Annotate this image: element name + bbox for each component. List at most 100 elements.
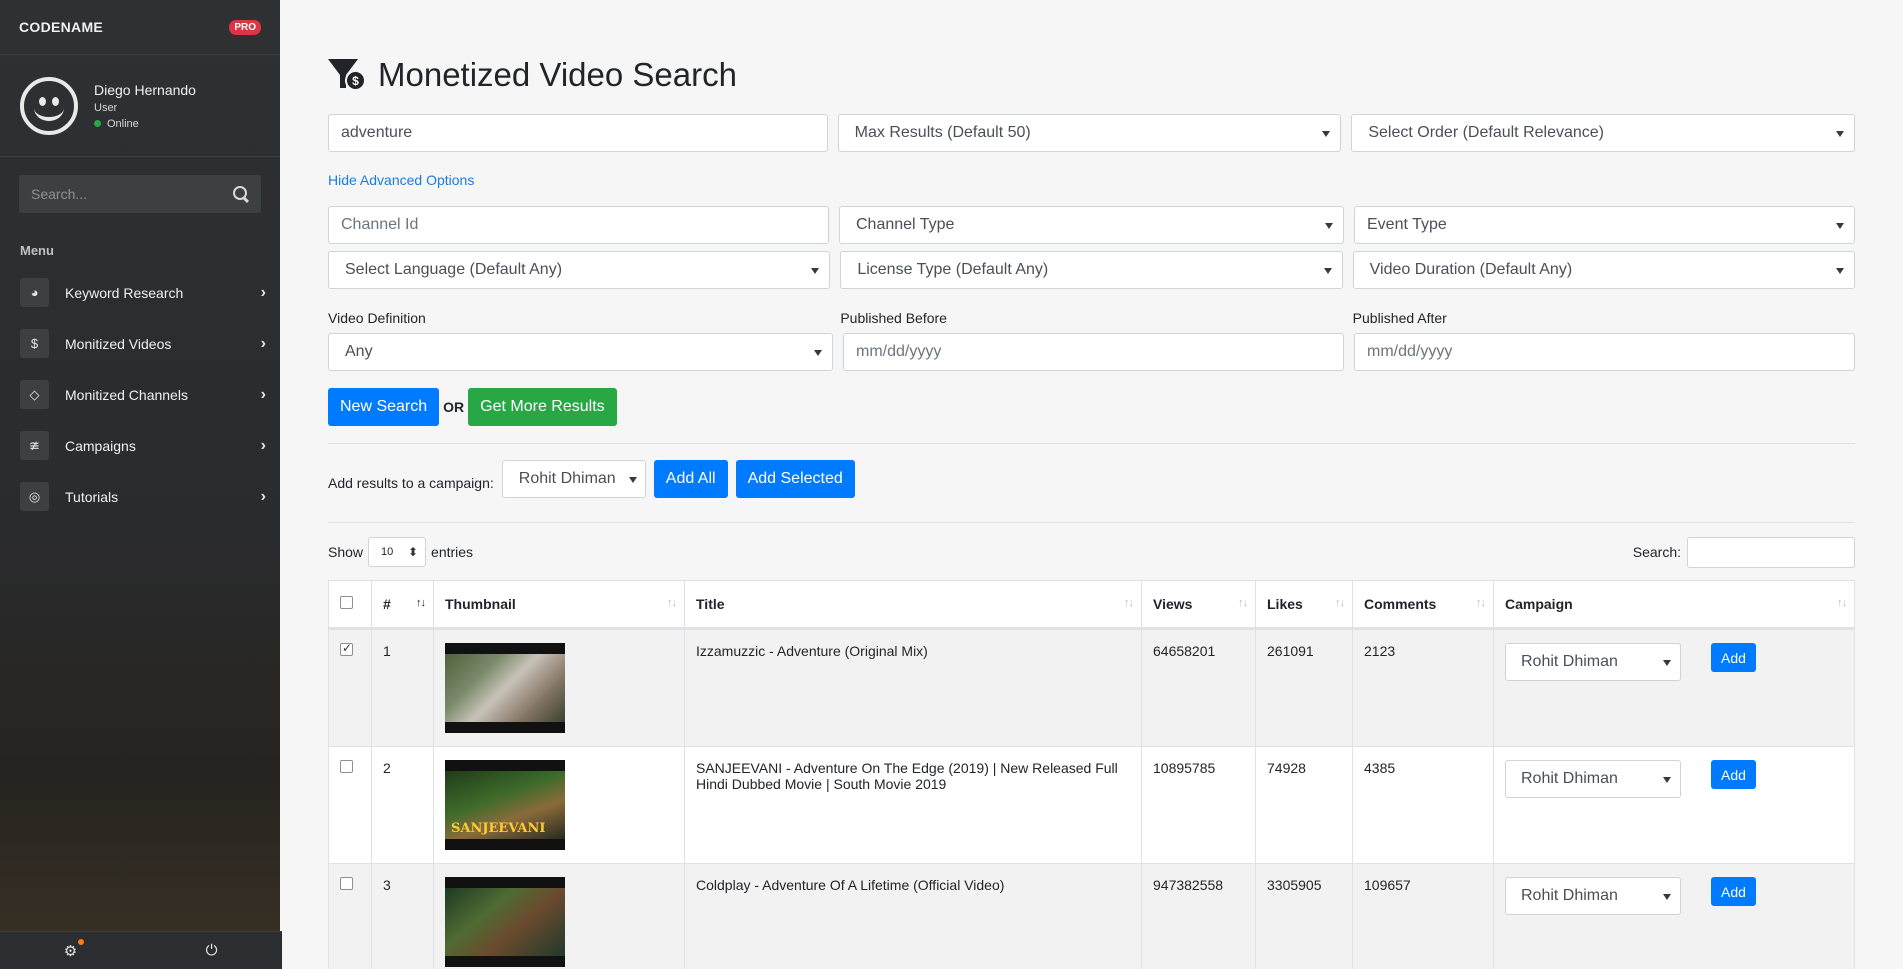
row-number: 2 [371,746,434,864]
row-checkbox[interactable] [340,641,353,656]
campaign-row: Add results to a campaign: Rohit Dhiman … [328,460,1855,498]
sort-icon: ↑↓ [1837,597,1847,609]
select-all-checkbox[interactable] [340,596,353,609]
search-icon[interactable] [233,186,249,202]
pro-badge: PRO [229,19,261,35]
power-icon: ⏻ [205,942,218,959]
chart-icon: ≇ [20,431,49,460]
row-title: Izzamuzzic - Adventure (Original Mix) [684,628,1142,747]
sort-icon: ↑↓ [1335,597,1345,609]
user-name: Diego Hernando [94,81,196,98]
table-header-row: # ↑↓ Thumbnail ↑↓ Title ↑↓ Views ↑↓ Like… [328,580,1855,630]
funnel-dollar-icon: $ [328,56,368,94]
row-campaign-select[interactable]: Rohit Dhiman [1505,643,1681,681]
sidebar-item-label: Monitized Videos [65,335,172,352]
license-select[interactable]: License Type (Default Any) [840,251,1343,289]
published-after-input[interactable]: mm/dd/yyyy [1354,333,1855,371]
col-comments-label: Comments [1364,596,1437,612]
sort-icon: ↑↓ [1124,597,1134,609]
col-likes[interactable]: Likes ↑↓ [1255,580,1353,630]
keyword-input[interactable]: adventure [328,114,828,152]
user-status: Online [94,118,196,130]
hide-advanced-options-link[interactable]: Hide Advanced Options [328,172,474,188]
online-dot-icon [94,120,101,127]
divider [328,522,1855,523]
sidebar-item-campaigns[interactable]: ≇ Campaigns › [0,420,280,471]
max-results-select[interactable]: Max Results (Default 50) [837,114,1342,152]
sidebar-footer: ⚙ ⏻ [0,931,282,969]
col-title[interactable]: Title ↑↓ [684,580,1142,630]
sidebar-search-input[interactable] [31,186,233,202]
row-thumbnail-cell [433,863,685,969]
sidebar-item-monitized-channels[interactable]: ◇ Monitized Channels › [0,369,280,420]
dashboard-icon: ◕ [20,278,49,307]
row-comments: 109657 [1352,863,1494,969]
row-number: 3 [371,863,434,969]
chevron-right-icon: › [260,385,266,403]
chevron-right-icon: › [260,487,266,505]
brand-name[interactable]: CODENAME [19,19,103,35]
add-selected-button[interactable]: Add Selected [735,460,855,498]
col-views[interactable]: Views ↑↓ [1141,580,1256,630]
dollar-icon: $ [20,329,49,358]
results-table: # ↑↓ Thumbnail ↑↓ Title ↑↓ Views ↑↓ Like… [328,580,1855,969]
video-thumbnail[interactable]: SANJEEVANI [445,760,565,850]
sort-icon: ↑↓ [667,597,677,609]
sidebar-item-label: Campaigns [65,437,136,454]
sidebar-item-keyword-research[interactable]: ◕ Keyword Research › [0,267,280,318]
advanced-row-1: Channel Id Channel Type Event Type [328,206,1855,244]
duration-select[interactable]: Video Duration (Default Any) [1352,251,1855,289]
row-campaign-select[interactable]: Rohit Dhiman [1505,877,1681,915]
page-length-select[interactable]: 10 [368,537,427,567]
row-likes: 261091 [1255,628,1353,747]
new-search-button[interactable]: New Search [328,388,440,426]
logout-button[interactable]: ⏻ [141,932,282,969]
get-more-results-button[interactable]: Get More Results [468,388,617,426]
row-add-button[interactable]: Add [1711,877,1756,906]
sidebar-item-label: Keyword Research [65,284,184,301]
channel-type-select[interactable]: Channel Type [839,206,1344,244]
campaign-select[interactable]: Rohit Dhiman [501,460,646,498]
video-thumbnail[interactable] [445,643,565,733]
table-search: Search: [1632,536,1855,568]
table-row: 3 Coldplay - Adventure Of A Lifetime (Of… [328,863,1855,969]
col-comments[interactable]: Comments ↑↓ [1352,580,1494,630]
settings-button[interactable]: ⚙ [0,932,141,969]
row-checkbox[interactable] [340,760,353,773]
col-thumbnail[interactable]: Thumbnail ↑↓ [433,580,685,630]
diamond-icon: ◇ [20,380,49,409]
channel-id-input[interactable]: Channel Id [328,206,829,244]
row-campaign-cell: Rohit Dhiman Add [1493,628,1855,747]
published-before-input[interactable]: mm/dd/yyyy [843,333,1344,371]
table-search-input[interactable] [1687,536,1855,568]
col-thumbnail-label: Thumbnail [445,596,516,612]
language-select[interactable]: Select Language (Default Any) [328,251,831,289]
sidebar-item-tutorials[interactable]: ◎ Tutorials › [0,471,280,522]
row-views: 64658201 [1141,628,1256,747]
row-add-button[interactable]: Add [1711,760,1756,789]
search-actions: New Search OR Get More Results [328,388,1855,426]
col-number-label: # [383,596,391,612]
page-header: $ Monetized Video Search [328,56,1855,94]
row-campaign-select[interactable]: Rohit Dhiman [1505,760,1681,798]
page-length-control: Show 10 entries [328,537,473,567]
sidebar-search [19,175,261,213]
video-thumbnail[interactable] [445,877,565,967]
sidebar-item-monitized-videos[interactable]: $ Monitized Videos › [0,318,280,369]
col-number[interactable]: # ↑↓ [371,580,434,630]
row-likes: 74928 [1255,746,1353,864]
user-panel: Diego Hernando User Online [0,55,280,157]
event-type-select[interactable]: Event Type [1354,206,1855,244]
sidebar-item-label: Monitized Channels [65,386,188,403]
table-row: 2 SANJEEVANI SANJEEVANI - Adventure On T… [328,746,1855,864]
col-campaign[interactable]: Campaign ↑↓ [1493,580,1855,630]
row-title: Coldplay - Adventure Of A Lifetime (Offi… [684,863,1142,969]
advanced-row-2: Select Language (Default Any) License Ty… [328,251,1855,289]
row-select-cell [328,863,372,969]
table-search-label: Search: [1632,544,1681,560]
order-select[interactable]: Select Order (Default Relevance) [1351,114,1856,152]
video-definition-select[interactable]: Any [328,333,833,371]
row-checkbox[interactable] [340,877,353,890]
add-all-button[interactable]: Add All [653,460,728,498]
row-add-button[interactable]: Add [1711,643,1756,672]
